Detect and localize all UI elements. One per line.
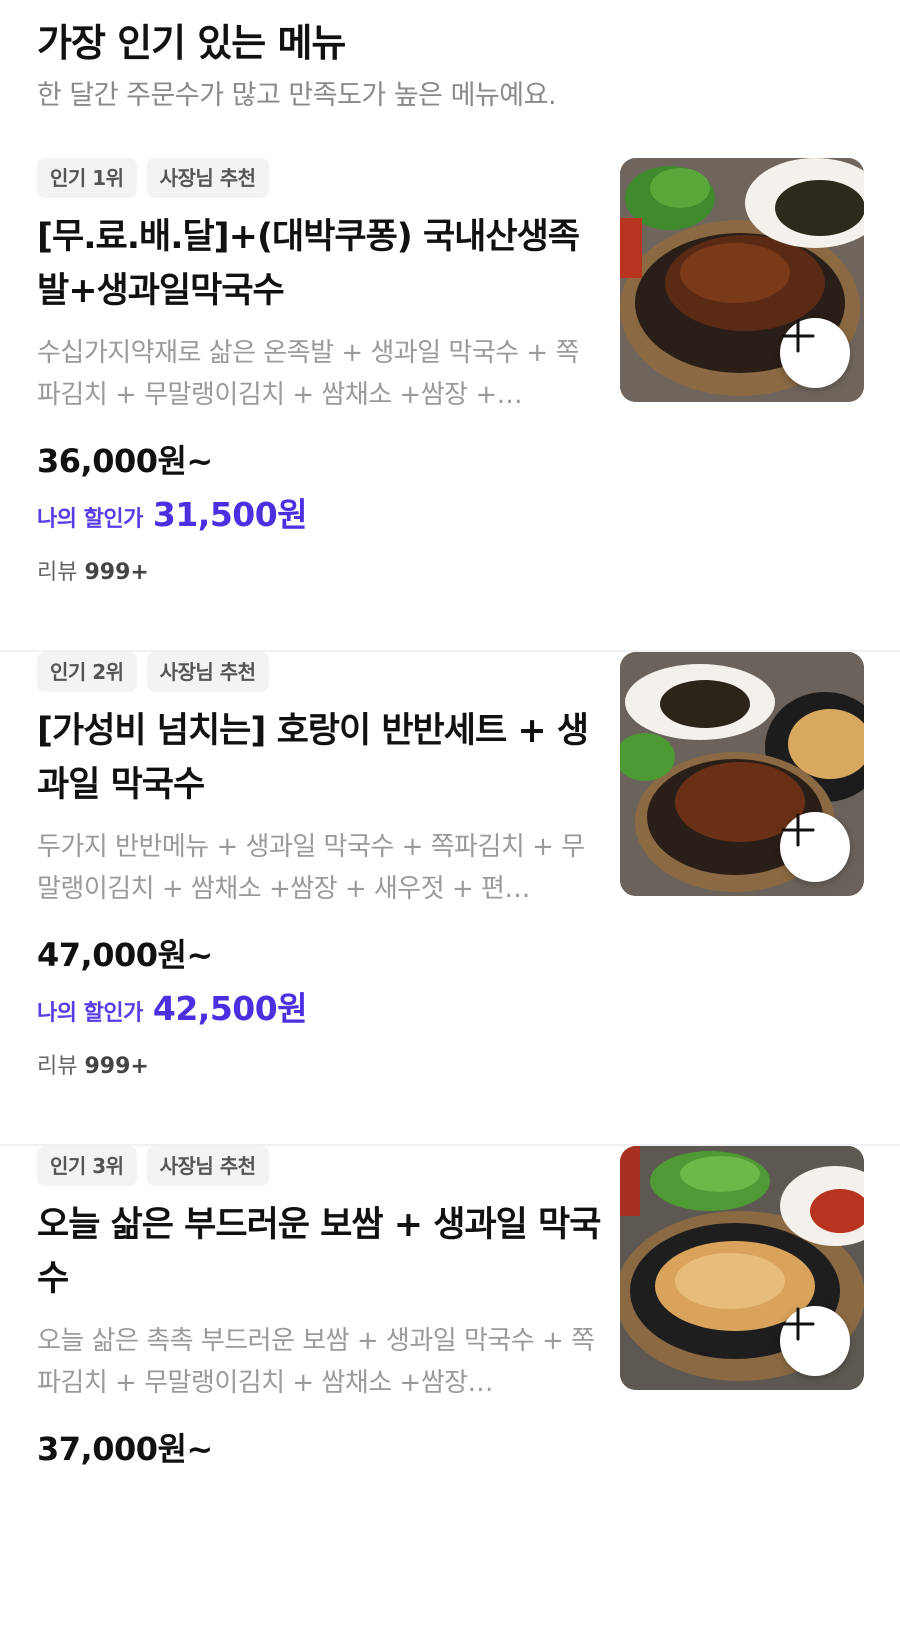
menu-item-title: 오늘 삶은 부드러운 보쌈 + 생과일 막국수: [37, 1205, 601, 1299]
badge-list: 인기 2위 사장님 추천: [37, 652, 602, 692]
menu-item-price: 47,000원~: [37, 936, 213, 974]
review-count: 리뷰 999+: [37, 556, 602, 590]
menu-item-info[interactable]: 인기 2위 사장님 추천 [가성비 넘치는] 호랑이 반반세트 + 생과일 막국…: [37, 652, 602, 1084]
banban-set-photo[interactable]: [620, 652, 864, 896]
menu-item[interactable]: 인기 3위 사장님 추천 오늘 삶은 부드러운 보쌈 + 생과일 막국수 오늘 …: [0, 1146, 900, 1640]
discount-price: 42,500원: [152, 989, 308, 1028]
add-to-cart-button[interactable]: [780, 1306, 850, 1376]
jokbal-photo[interactable]: [620, 158, 864, 402]
review-label: 리뷰: [37, 1054, 78, 1079]
menu-item-info[interactable]: 인기 1위 사장님 추천 [무.료.배.달]+(대박쿠퐁) 국내산생족발+생과일…: [37, 158, 602, 590]
badge-list: 인기 3위 사장님 추천: [37, 1146, 602, 1186]
plus-icon: [781, 813, 815, 847]
badge-list: 인기 1위 사장님 추천: [37, 158, 602, 198]
menu-item-description: 두가지 반반메뉴 + 생과일 막국수 + 쪽파김치 + 무말랭이김치 + 쌈채소…: [37, 832, 585, 904]
owner-pick-badge: 사장님 추천: [146, 158, 269, 198]
section-subtitle: 한 달간 주문수가 많고 만족도가 높은 메뉴예요.: [37, 80, 557, 111]
rank-badge: 인기 1위: [37, 158, 137, 198]
section-title: 가장 인기 있는 메뉴: [37, 21, 346, 65]
add-to-cart-button[interactable]: [780, 812, 850, 882]
menu-item-price: 36,000원~: [37, 442, 213, 480]
review-count: 리뷰 999+: [37, 1050, 602, 1084]
menu-item-title: [무.료.배.달]+(대박쿠퐁) 국내산생족발+생과일막국수: [37, 217, 580, 311]
menu-item-title: [가성비 넘치는] 호랑이 반반세트 + 생과일 막국수: [37, 711, 589, 805]
owner-pick-badge: 사장님 추천: [146, 652, 269, 692]
rank-badge: 인기 3위: [37, 1146, 137, 1186]
plus-icon: [781, 1307, 815, 1341]
menu-item-description: 수십가지약재로 삶은 온족발 + 생과일 막국수 + 쪽파김치 + 무말랭이김치…: [37, 338, 579, 410]
discount-label: 나의 할인가: [37, 1001, 143, 1026]
discount-label: 나의 할인가: [37, 507, 143, 532]
review-label: 리뷰: [37, 560, 78, 585]
section-header: 가장 인기 있는 메뉴 한 달간 주문수가 많고 만족도가 높은 메뉴예요.: [37, 18, 867, 116]
review-number: 999+: [84, 560, 149, 585]
menu-item[interactable]: 인기 2위 사장님 추천 [가성비 넘치는] 호랑이 반반세트 + 생과일 막국…: [0, 652, 900, 1146]
rank-badge: 인기 2위: [37, 652, 137, 692]
review-number: 999+: [84, 1054, 149, 1079]
add-to-cart-button[interactable]: [780, 318, 850, 388]
menu-item-info[interactable]: 인기 3위 사장님 추천 오늘 삶은 부드러운 보쌈 + 생과일 막국수 오늘 …: [37, 1146, 602, 1472]
discount-price: 31,500원: [152, 495, 308, 534]
owner-pick-badge: 사장님 추천: [146, 1146, 269, 1186]
bossam-photo[interactable]: [620, 1146, 864, 1390]
menu-item-price: 37,000원~: [37, 1430, 213, 1468]
discount-row: 나의 할인가 31,500원: [37, 488, 602, 536]
discount-row: 나의 할인가 42,500원: [37, 982, 602, 1030]
menu-item[interactable]: 인기 1위 사장님 추천 [무.료.배.달]+(대박쿠퐁) 국내산생족발+생과일…: [0, 158, 900, 652]
plus-icon: [781, 319, 815, 353]
menu-item-description: 오늘 삶은 촉촉 부드러운 보쌈 + 생과일 막국수 + 쪽파김치 + 무말랭이…: [37, 1326, 595, 1398]
